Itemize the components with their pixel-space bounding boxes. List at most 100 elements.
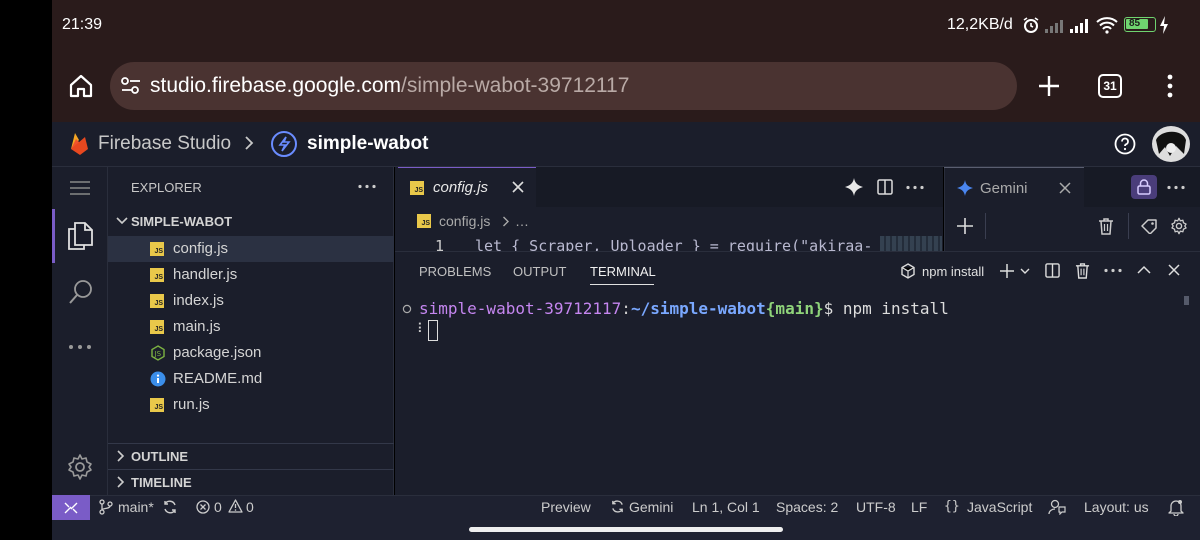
new-tab-icon[interactable] (1037, 74, 1061, 98)
home-icon[interactable] (68, 73, 94, 99)
close-panel-icon[interactable] (1168, 264, 1180, 276)
more-views-icon[interactable] (68, 344, 92, 350)
line-number: 1 (435, 237, 445, 251)
command-status-icon (402, 304, 412, 314)
menu-icon[interactable] (69, 180, 91, 196)
file-item-readme-md[interactable]: README.md (108, 366, 394, 392)
file-item-index-js[interactable]: JS index.js (108, 288, 394, 314)
tag-icon[interactable] (1140, 218, 1158, 234)
git-branch[interactable]: main* (118, 499, 154, 515)
home-gesture-handle[interactable] (469, 527, 783, 532)
editor-more-icon[interactable] (906, 185, 924, 190)
sparkle-icon[interactable] (845, 178, 863, 196)
warning-count[interactable]: 0 (246, 499, 254, 515)
file-item-main-js[interactable]: JS main.js (108, 314, 394, 340)
minimap[interactable] (880, 236, 942, 251)
feedback-icon[interactable] (1048, 498, 1066, 515)
file-item-run-js[interactable]: JS run.js (108, 392, 394, 418)
breadcrumb-file[interactable]: config.js (439, 213, 490, 229)
close-icon[interactable] (1059, 182, 1071, 194)
breadcrumb-chevron-icon (502, 216, 510, 227)
project-folder-header[interactable]: SIMPLE-WABOT (108, 209, 394, 233)
gemini-status[interactable]: Gemini (629, 499, 673, 515)
signal-icon (1070, 17, 1092, 33)
js-file-icon: JS (150, 398, 164, 412)
trash-icon[interactable] (1098, 217, 1114, 235)
split-terminal-icon[interactable] (1045, 263, 1060, 278)
gear-icon[interactable] (1170, 217, 1188, 235)
terminal-name[interactable]: npm install (922, 264, 984, 279)
code-text: let { Scraper, Uploader } = require("aki… (475, 237, 873, 251)
language-mode[interactable]: JavaScript (967, 499, 1032, 515)
file-item-package-json[interactable]: JS package.json (108, 340, 394, 366)
error-count[interactable]: 0 (214, 499, 222, 515)
file-item-handler-js[interactable]: JS handler.js (108, 262, 394, 288)
preview-button[interactable]: Preview (541, 499, 591, 515)
site-settings-icon[interactable] (120, 76, 142, 96)
chevron-down-icon[interactable] (1020, 268, 1030, 275)
tab-output[interactable]: OUTPUT (513, 264, 566, 279)
new-chat-icon[interactable] (956, 217, 974, 235)
remote-indicator-button[interactable] (52, 495, 90, 520)
panel-more-icon[interactable] (1104, 268, 1122, 273)
lock-icon[interactable] (1131, 175, 1157, 199)
alarm-icon (1022, 16, 1040, 34)
js-file-icon: JS (150, 320, 164, 334)
breadcrumb-more[interactable]: … (515, 213, 529, 229)
activity-bar (52, 167, 108, 495)
url-host: studio.firebase.google.com (150, 74, 401, 97)
encoding[interactable]: UTF-8 (856, 499, 896, 515)
keyboard-layout[interactable]: Layout: us (1084, 499, 1149, 515)
split-editor-icon[interactable] (877, 179, 893, 195)
app-name[interactable]: Firebase Studio (98, 133, 231, 155)
avatar[interactable] (1152, 126, 1190, 162)
clock: 21:39 (62, 16, 103, 33)
explorer-title: EXPLORER (131, 180, 202, 195)
code-line[interactable]: 1 let { Scraper, Uploader } = require("a… (395, 236, 943, 251)
braces-icon: {} (944, 499, 960, 514)
gemini-tab-label: Gemini (980, 180, 1028, 197)
timeline-section[interactable]: TIMELINE (108, 469, 394, 495)
browser-menu-icon[interactable] (1166, 74, 1174, 98)
gemini-tab[interactable]: Gemini (944, 167, 1084, 207)
kill-terminal-icon[interactable] (1075, 262, 1090, 279)
file-item-config-js[interactable]: JS config.js (108, 236, 394, 262)
sync-icon[interactable] (162, 499, 178, 515)
project-folder-label: SIMPLE-WABOT (131, 214, 233, 229)
tab-switcher-button[interactable]: 31 (1098, 74, 1122, 98)
url-text[interactable]: studio.firebase.google.com/simple-wabot-… (150, 74, 629, 98)
project-name[interactable]: simple-wabot (307, 133, 428, 155)
tab-problems[interactable]: PROBLEMS (419, 264, 491, 279)
cursor-position[interactable]: Ln 1, Col 1 (692, 499, 760, 515)
notifications-icon[interactable] (1168, 498, 1184, 516)
help-icon[interactable] (1114, 133, 1136, 155)
close-icon[interactable] (512, 181, 524, 193)
tab-terminal[interactable]: TERMINAL (590, 264, 656, 279)
terminal-scrollbar[interactable] (1184, 296, 1189, 305)
prompt-host: simple-wabot-39712117 (419, 299, 622, 318)
indentation[interactable]: Spaces: 2 (776, 499, 838, 515)
error-icon (196, 500, 210, 514)
settings-gear-icon[interactable] (66, 453, 94, 481)
gemini-more-icon[interactable] (1167, 185, 1185, 190)
outline-section[interactable]: OUTLINE (108, 443, 394, 469)
line-ending[interactable]: LF (911, 499, 927, 515)
maximize-panel-icon[interactable] (1137, 265, 1151, 274)
files-icon[interactable] (66, 221, 94, 251)
search-icon[interactable] (67, 278, 95, 306)
editor-tab-config-js[interactable]: JS config.js (398, 167, 536, 207)
nodejs-file-icon: JS (150, 345, 166, 361)
url-path: /simple-wabot-39712117 (401, 74, 630, 97)
js-file-icon: JS (150, 242, 164, 256)
new-terminal-icon[interactable] (998, 262, 1016, 280)
prompt-line: simple-wabot-39712117: ~/simple-wabot {mai… (419, 299, 949, 318)
divider (1128, 213, 1129, 239)
firebase-logo-icon[interactable] (68, 131, 90, 157)
outline-label: OUTLINE (131, 449, 189, 464)
explorer-more-icon[interactable] (358, 184, 376, 189)
bottom-panel (395, 251, 1200, 495)
gemini-star-icon (957, 180, 973, 196)
android-status-bar: 21:39 12,2KB/d 85 (52, 0, 1200, 52)
terminal-cursor (428, 320, 438, 341)
file-label: README.md (173, 370, 263, 387)
